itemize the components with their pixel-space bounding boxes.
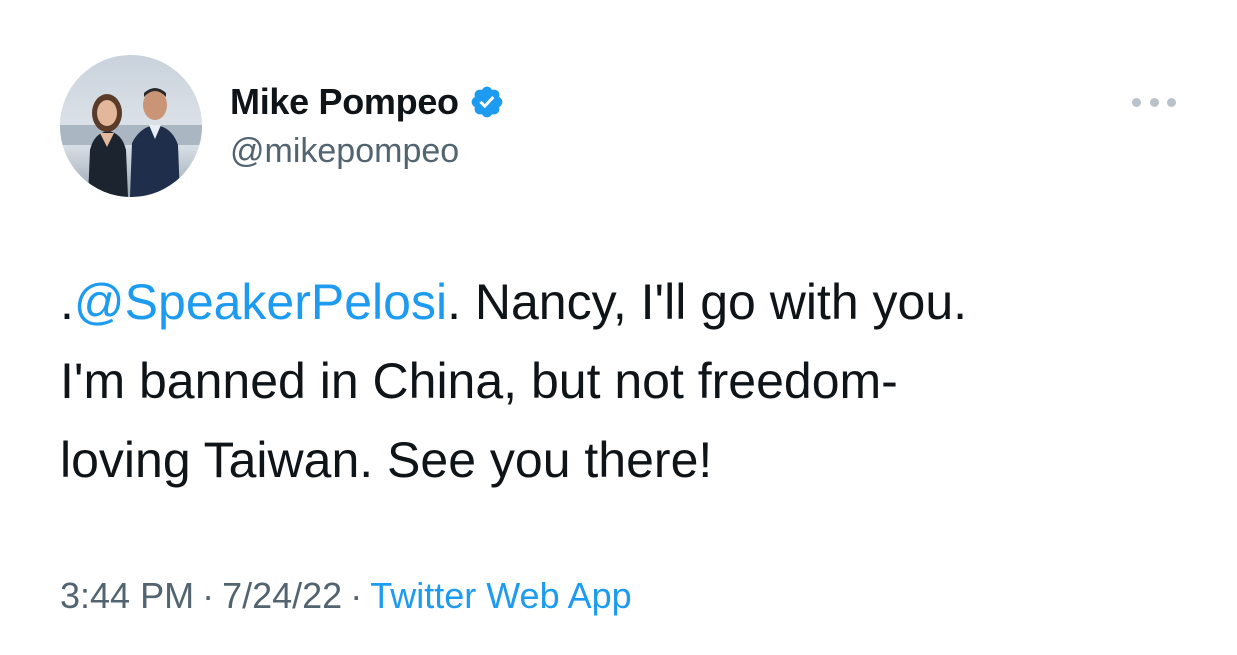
tweet-meta: 3:44 PM · 7/24/22 · Twitter Web App <box>60 575 632 617</box>
tweet-source-link[interactable]: Twitter Web App <box>370 575 631 616</box>
mention-prefix: . <box>60 274 74 330</box>
avatar[interactable] <box>60 55 202 197</box>
display-name[interactable]: Mike Pompeo <box>230 81 459 123</box>
verified-badge-icon <box>469 84 505 120</box>
meta-separator: · <box>350 575 363 616</box>
tweet-line-1-rest: . Nancy, I'll go with you. <box>447 274 968 330</box>
more-dot <box>1167 97 1176 107</box>
tweet-line-1: .@SpeakerPelosi. Nancy, I'll go with you… <box>60 263 1180 342</box>
author-block: Mike Pompeo @mikepompeo <box>230 80 505 171</box>
tweet-line-3: loving Taiwan. See you there! <box>60 432 713 488</box>
more-dot <box>1149 97 1159 107</box>
tweet-text: .@SpeakerPelosi. Nancy, I'll go with you… <box>60 263 1180 500</box>
tweet-line-2: I'm banned in China, but not freedom- <box>60 353 898 409</box>
handle[interactable]: @mikepompeo <box>230 132 505 171</box>
meta-separator: · <box>202 575 215 616</box>
tweet-date[interactable]: 7/24/22 <box>222 575 342 616</box>
tweet-time[interactable]: 3:44 PM <box>60 575 194 616</box>
mention-link[interactable]: @SpeakerPelosi <box>74 274 447 330</box>
tweet-card: Mike Pompeo @mikepompeo .@SpeakerPelosi.… <box>0 0 1237 655</box>
more-dot <box>1132 97 1141 107</box>
more-options-icon[interactable] <box>1132 94 1176 110</box>
profile-photo-icon <box>60 55 202 197</box>
name-row: Mike Pompeo <box>230 80 505 124</box>
